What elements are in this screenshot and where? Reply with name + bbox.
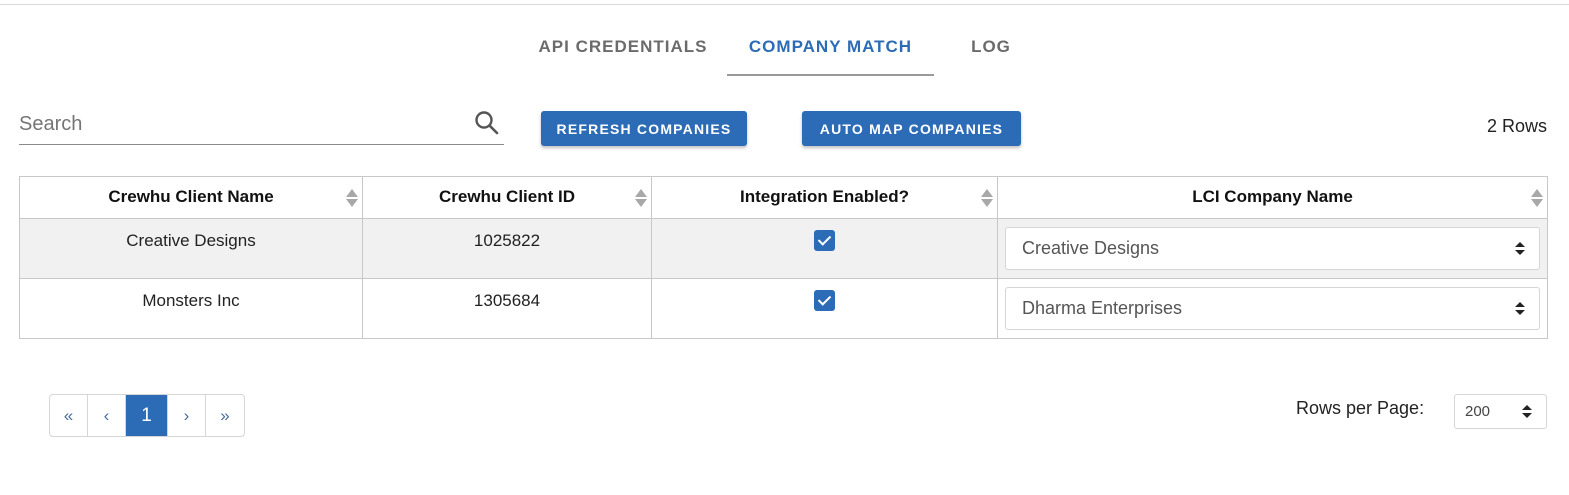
tab-company-match[interactable]: COMPANY MATCH: [727, 28, 934, 76]
table-header-row: Crewhu Client Name Crewhu Client ID Inte…: [19, 176, 1548, 219]
sort-icon[interactable]: [981, 189, 993, 209]
integration-enabled-checkbox[interactable]: [814, 230, 835, 251]
cell-client-name: Monsters Inc: [19, 278, 363, 339]
lci-company-select[interactable]: Dharma Enterprises: [1005, 287, 1540, 330]
pagination-prev-button[interactable]: ‹: [88, 395, 126, 436]
lci-company-selected-value: Creative Designs: [1022, 238, 1160, 258]
refresh-companies-button[interactable]: REFRESH COMPANIES: [541, 111, 747, 146]
auto-map-companies-button[interactable]: AUTO MAP COMPANIES: [802, 111, 1021, 146]
pagination-next-button[interactable]: ›: [168, 395, 206, 436]
select-arrows-icon: [1515, 302, 1525, 316]
integration-enabled-checkbox[interactable]: [814, 290, 835, 311]
rows-per-page-value: 200: [1465, 403, 1491, 420]
company-match-table: Crewhu Client Name Crewhu Client ID Inte…: [19, 176, 1548, 339]
rows-per-page-select[interactable]: 200: [1454, 394, 1547, 429]
column-header-integration-enabled[interactable]: Integration Enabled?: [651, 176, 998, 219]
pagination-first-button[interactable]: «: [50, 395, 88, 436]
pagination: « ‹ 1 › »: [49, 394, 245, 437]
lci-company-selected-value: Dharma Enterprises: [1022, 298, 1183, 318]
top-divider: [0, 4, 1569, 5]
lci-company-select[interactable]: Creative Designs: [1005, 227, 1540, 270]
column-header-label: Integration Enabled?: [739, 187, 910, 206]
column-header-label: Crewhu Client ID: [438, 187, 575, 206]
row-count: 2 Rows: [1486, 116, 1547, 136]
rows-per-page-label: Rows per Page:: [1296, 398, 1425, 418]
sort-icon[interactable]: [635, 189, 647, 209]
cell-integration-enabled: [651, 218, 998, 279]
select-arrows-icon: [1515, 242, 1525, 256]
tab-log[interactable]: LOG: [950, 28, 1032, 76]
pagination-page-1[interactable]: 1: [126, 395, 168, 436]
search-box: [19, 104, 504, 145]
sort-icon[interactable]: [346, 189, 358, 209]
column-header-client-id[interactable]: Crewhu Client ID: [362, 176, 652, 219]
column-header-lci-company-name[interactable]: LCI Company Name: [997, 176, 1548, 219]
cell-client-id: 1025822: [362, 218, 652, 279]
tab-bar: API CREDENTIALS COMPANY MATCH LOG: [0, 28, 1569, 76]
cell-integration-enabled: [651, 278, 998, 339]
column-header-label: LCI Company Name: [1192, 187, 1353, 206]
pagination-last-button[interactable]: »: [206, 395, 244, 436]
cell-lci-company: Dharma Enterprises: [997, 278, 1548, 339]
cell-lci-company: Creative Designs: [997, 218, 1548, 279]
table-row: Monsters Inc 1305684 Dharma Enterprises: [19, 278, 1548, 339]
cell-client-name: Creative Designs: [19, 218, 363, 279]
search-icon[interactable]: [474, 110, 500, 136]
search-input[interactable]: [19, 108, 459, 140]
select-arrows-icon: [1522, 405, 1532, 419]
sort-icon[interactable]: [1531, 189, 1543, 209]
table-row: Creative Designs 1025822 Creative Design…: [19, 218, 1548, 279]
column-header-label: Crewhu Client Name: [108, 187, 274, 206]
tab-api-credentials[interactable]: API CREDENTIALS: [528, 28, 718, 76]
column-header-client-name[interactable]: Crewhu Client Name: [19, 176, 363, 219]
cell-client-id: 1305684: [362, 278, 652, 339]
